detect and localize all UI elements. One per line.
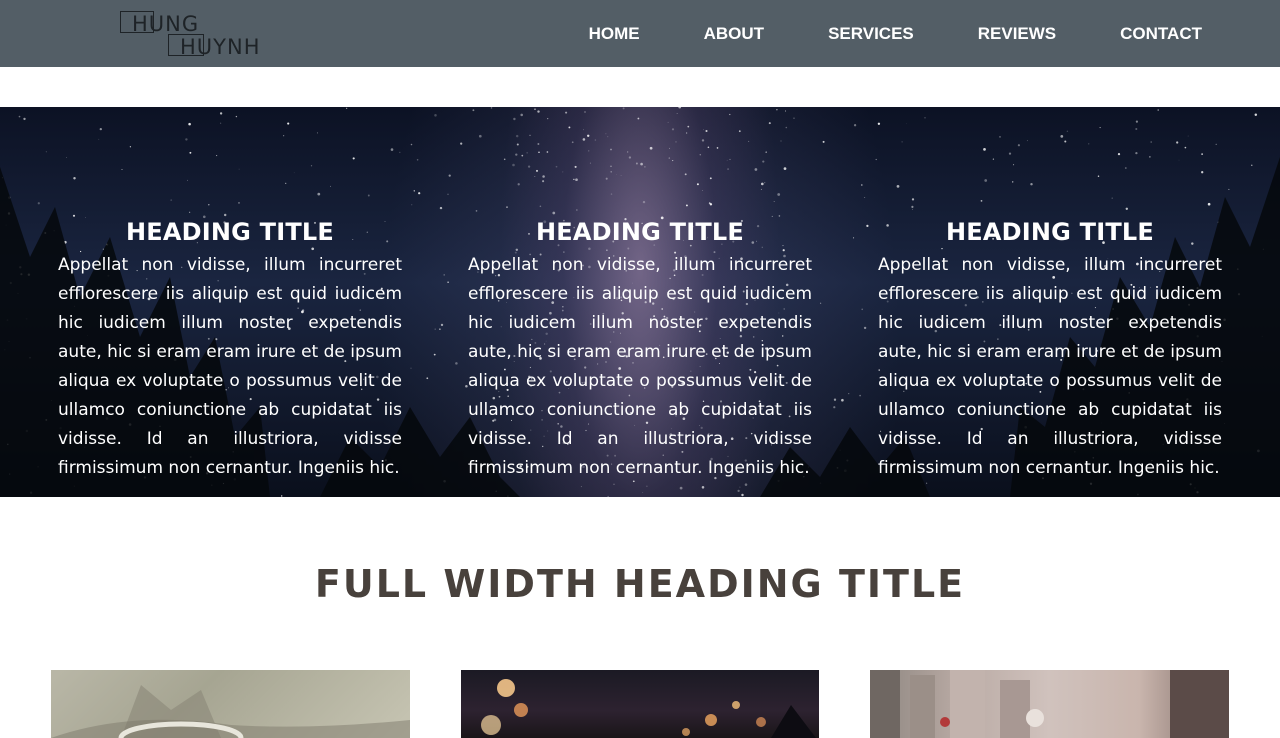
city-street-photo: [870, 670, 1229, 738]
hero-starry-banner: HEADING TITLE Appellat non vidisse, illu…: [0, 107, 1280, 497]
column-2-heading: HEADING TITLE: [535, 218, 744, 246]
nav-home-link[interactable]: HOME: [589, 24, 640, 44]
logo-text-line2: HUYNH: [180, 35, 261, 58]
night-lights-photo: [481, 679, 816, 738]
nav-contact-link[interactable]: CONTACT: [1120, 24, 1202, 44]
gallery-image-city-street[interactable]: [870, 670, 1229, 738]
nav-menu: HOME ABOUT SERVICES REVIEWS CONTACT: [589, 0, 1202, 67]
cat-glasses-photo: [51, 685, 410, 738]
logo-wordmark: HUNG HUYNH: [132, 12, 261, 58]
column-3-text: Appellat non vidisse, illum incurreret e…: [878, 255, 1222, 478]
column-2-text: Appellat non vidisse, illum incurreret e…: [468, 255, 812, 478]
nav-reviews-link[interactable]: REVIEWS: [978, 24, 1056, 44]
brand-logo[interactable]: HUNG HUYNH: [118, 10, 278, 58]
nav-about-link[interactable]: ABOUT: [704, 24, 764, 44]
column-3-heading: HEADING TITLE: [945, 218, 1154, 246]
gallery-image-night-lights[interactable]: [461, 670, 819, 738]
hero-column-2: HEADING TITLE Appellat non vidisse, illu…: [468, 215, 812, 483]
logo-text-line1: HUNG: [132, 12, 199, 36]
hero-column-3: HEADING TITLE Appellat non vidisse, illu…: [878, 215, 1222, 483]
section-heading: FULL WIDTH HEADING TITLE: [314, 562, 966, 606]
column-1-text: Appellat non vidisse, illum incurreret e…: [58, 255, 402, 478]
top-navbar: HUNG HUYNH HOME ABOUT SERVICES REVIEWS C…: [0, 0, 1280, 67]
gallery-image-cat-glasses[interactable]: [51, 670, 410, 738]
hero-column-1: HEADING TITLE Appellat non vidisse, illu…: [58, 215, 402, 483]
column-1-heading: HEADING TITLE: [125, 218, 334, 246]
nav-services-link[interactable]: SERVICES: [828, 24, 914, 44]
